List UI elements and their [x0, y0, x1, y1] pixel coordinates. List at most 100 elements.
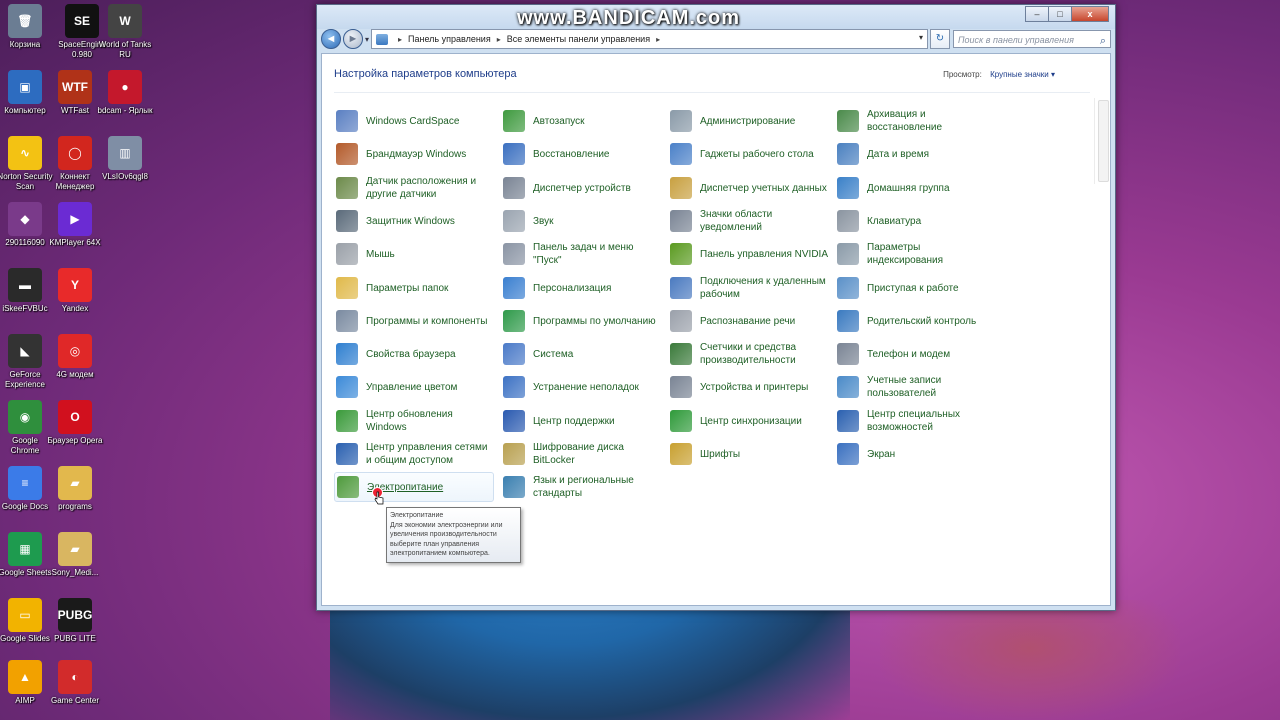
control-panel-item[interactable]: Панель задач и меню "Пуск": [501, 239, 661, 269]
recent-pages-dropdown[interactable]: ▾: [365, 35, 369, 44]
control-panel-item[interactable]: Персонализация: [501, 273, 661, 303]
gadgets-icon: [670, 143, 692, 165]
desktop-shortcut[interactable]: ▣ Компьютер: [0, 70, 53, 116]
desktop-shortcut[interactable]: ● bdcam - Ярлык: [97, 70, 153, 116]
desktop-shortcut[interactable]: ▰ programs: [47, 466, 103, 512]
desktop-shortcut[interactable]: ▰ Sony_Medi...: [47, 532, 103, 578]
breadcrumb-control-panel[interactable]: Панель управления: [408, 34, 491, 44]
desktop-shortcut[interactable]: ◉ Google Chrome: [0, 400, 53, 456]
desktop-shortcut[interactable]: ▶ KMPlayer 64X: [47, 202, 103, 248]
control-panel-item-label: Брандмауэр Windows: [366, 148, 467, 160]
control-panel-item[interactable]: Мышь: [334, 239, 494, 269]
desktop-shortcut[interactable]: ◯ Коннект Менеджер: [47, 136, 103, 192]
desktop-shortcut[interactable]: ▬ iSkeeFVBUc: [0, 268, 53, 314]
control-panel-item[interactable]: Центр специальных возможностей: [835, 406, 995, 436]
desktop-shortcut[interactable]: PUBG PUBG LITE: [47, 598, 103, 644]
desktop-shortcut[interactable]: ≡ Google Docs: [0, 466, 53, 512]
control-panel-item[interactable]: Шифрование диска BitLocker: [501, 439, 661, 469]
forward-button[interactable]: ►: [343, 29, 363, 49]
desktop-shortcut[interactable]: ∿ Norton Security Scan: [0, 136, 53, 192]
control-panel-item[interactable]: Автозапуск: [501, 106, 661, 136]
desktop-shortcut[interactable]: W World of Tanks RU: [97, 4, 153, 60]
refresh-button[interactable]: ↻: [930, 29, 950, 49]
title-bar[interactable]: www.BANDICAM.com – □ x: [317, 5, 1115, 29]
desktop-shortcut[interactable]: ◎ 4G модем: [47, 334, 103, 380]
control-panel-item[interactable]: Защитник Windows: [334, 206, 494, 236]
chevron-right-icon[interactable]: ▸: [656, 35, 660, 44]
address-bar[interactable]: ▸ Панель управления ▸ Все элементы панел…: [371, 29, 928, 49]
desktop-shortcut[interactable]: ▥ VLsIOv6qgl8: [97, 136, 153, 182]
desktop-shortcut[interactable]: Y Yandex: [47, 268, 103, 314]
control-panel-item[interactable]: Устранение неполадок: [501, 372, 661, 402]
control-panel-item-label: Программы по умолчанию: [533, 315, 656, 327]
control-panel-item[interactable]: Домашняя группа: [835, 173, 995, 203]
control-panel-item[interactable]: Устройства и принтеры: [668, 372, 828, 402]
programs-icon: [336, 310, 358, 332]
control-panel-item[interactable]: Центр поддержки: [501, 406, 661, 436]
control-panel-item[interactable]: Диспетчер учетных данных: [668, 173, 828, 203]
control-panel-item[interactable]: Телефон и модем: [835, 339, 995, 369]
control-panel-item[interactable]: Счетчики и средства производительности: [668, 339, 828, 369]
control-panel-item[interactable]: Центр обновления Windows: [334, 406, 494, 436]
desktop-shortcut-label: KMPlayer 64X: [49, 238, 101, 247]
control-panel-item[interactable]: Гаджеты рабочего стола: [668, 139, 828, 169]
control-panel-item[interactable]: Система: [501, 339, 661, 369]
control-panel-item[interactable]: Подключения к удаленным рабочим: [668, 273, 828, 303]
control-panel-item[interactable]: Диспетчер устройств: [501, 173, 661, 203]
control-panel-item[interactable]: Восстановление: [501, 139, 661, 169]
control-panel-item[interactable]: Значки области уведомлений: [668, 206, 828, 236]
control-panel-item[interactable]: Программы и компоненты: [334, 306, 494, 336]
control-panel-item[interactable]: Управление цветом: [334, 372, 494, 402]
desktop-shortcut-label: Компьютер: [4, 106, 46, 115]
control-panel-item[interactable]: Датчик расположения и другие датчики: [334, 173, 494, 203]
control-panel-item[interactable]: Программы по умолчанию: [501, 306, 661, 336]
control-panel-item[interactable]: Центр управления сетями и общим доступом: [334, 439, 494, 469]
desktop-shortcut[interactable]: ◐ Game Center: [47, 660, 103, 706]
desktop-shortcut-label: WTFast: [61, 106, 89, 115]
control-panel-item[interactable]: Центр синхронизации: [668, 406, 828, 436]
minimize-button[interactable]: –: [1025, 6, 1049, 22]
control-panel-item[interactable]: Дата и время: [835, 139, 995, 169]
desktop-shortcut[interactable]: ▦ Google Sheets: [0, 532, 53, 578]
control-panel-item[interactable]: Звук: [501, 206, 661, 236]
maximize-button[interactable]: □: [1048, 6, 1072, 22]
control-panel-item[interactable]: Экран: [835, 439, 995, 469]
search-icon[interactable]: ⌕: [1100, 32, 1106, 50]
control-panel-item-label: Центр управления сетями и общим доступом: [366, 442, 488, 466]
desktop-shortcut-label: World of Tanks RU: [98, 40, 152, 59]
desktop-shortcut[interactable]: ▭ Google Slides: [0, 598, 53, 644]
control-panel-item[interactable]: Клавиатура: [835, 206, 995, 236]
desktop-shortcut[interactable]: ◆ 290116090: [0, 202, 53, 248]
control-panel-item[interactable]: Параметры папок: [334, 273, 494, 303]
chevron-right-icon[interactable]: ▸: [497, 35, 501, 44]
control-panel-item[interactable]: Параметры индексирования: [835, 239, 995, 269]
control-panel-item[interactable]: Приступая к работе: [835, 273, 995, 303]
back-button[interactable]: ◄: [321, 29, 341, 49]
control-panel-item[interactable]: Шрифты: [668, 439, 828, 469]
control-panel-item[interactable]: Панель управления NVIDIA: [668, 239, 828, 269]
control-panel-item[interactable]: Учетные записи пользователей: [835, 372, 995, 402]
desktop-shortcut[interactable]: O Браузер Opera: [47, 400, 103, 446]
close-button[interactable]: x: [1071, 6, 1109, 22]
control-panel-item[interactable]: Архивация и восстановление: [835, 106, 995, 136]
control-panel-item[interactable]: Администрирование: [668, 106, 828, 136]
chevron-right-icon[interactable]: ▸: [398, 35, 402, 44]
control-panel-item[interactable]: Язык и региональные стандарты: [501, 472, 661, 502]
desktop-shortcut[interactable]: ▲ AIMP: [0, 660, 53, 706]
scrollbar[interactable]: [1094, 98, 1110, 184]
desktop-shortcut[interactable]: 🗑 Корзина: [0, 4, 53, 50]
view-by-dropdown[interactable]: Крупные значки ▾: [990, 70, 1055, 79]
control-panel-item[interactable]: Электропитание: [334, 472, 494, 502]
address-dropdown-icon[interactable]: ▾: [919, 33, 923, 42]
control-panel-item[interactable]: Брандмауэр Windows: [334, 139, 494, 169]
control-panel-item[interactable]: Свойства браузера: [334, 339, 494, 369]
breadcrumb-all-items[interactable]: Все элементы панели управления: [507, 34, 650, 44]
control-panel-item[interactable]: Распознавание речи: [668, 306, 828, 336]
desktop-shortcut[interactable]: ◣ GeForce Experience: [0, 334, 53, 390]
scrollbar-thumb[interactable]: [1098, 100, 1109, 182]
desktop-shortcut[interactable]: WTF WTFast: [47, 70, 103, 116]
control-panel-item[interactable]: Windows CardSpace: [334, 106, 494, 136]
control-panel-item[interactable]: Родительский контроль: [835, 306, 995, 336]
search-input[interactable]: Поиск в панели управления ⌕: [953, 30, 1111, 48]
desktop-shortcut-label: Sony_Medi...: [51, 568, 99, 577]
